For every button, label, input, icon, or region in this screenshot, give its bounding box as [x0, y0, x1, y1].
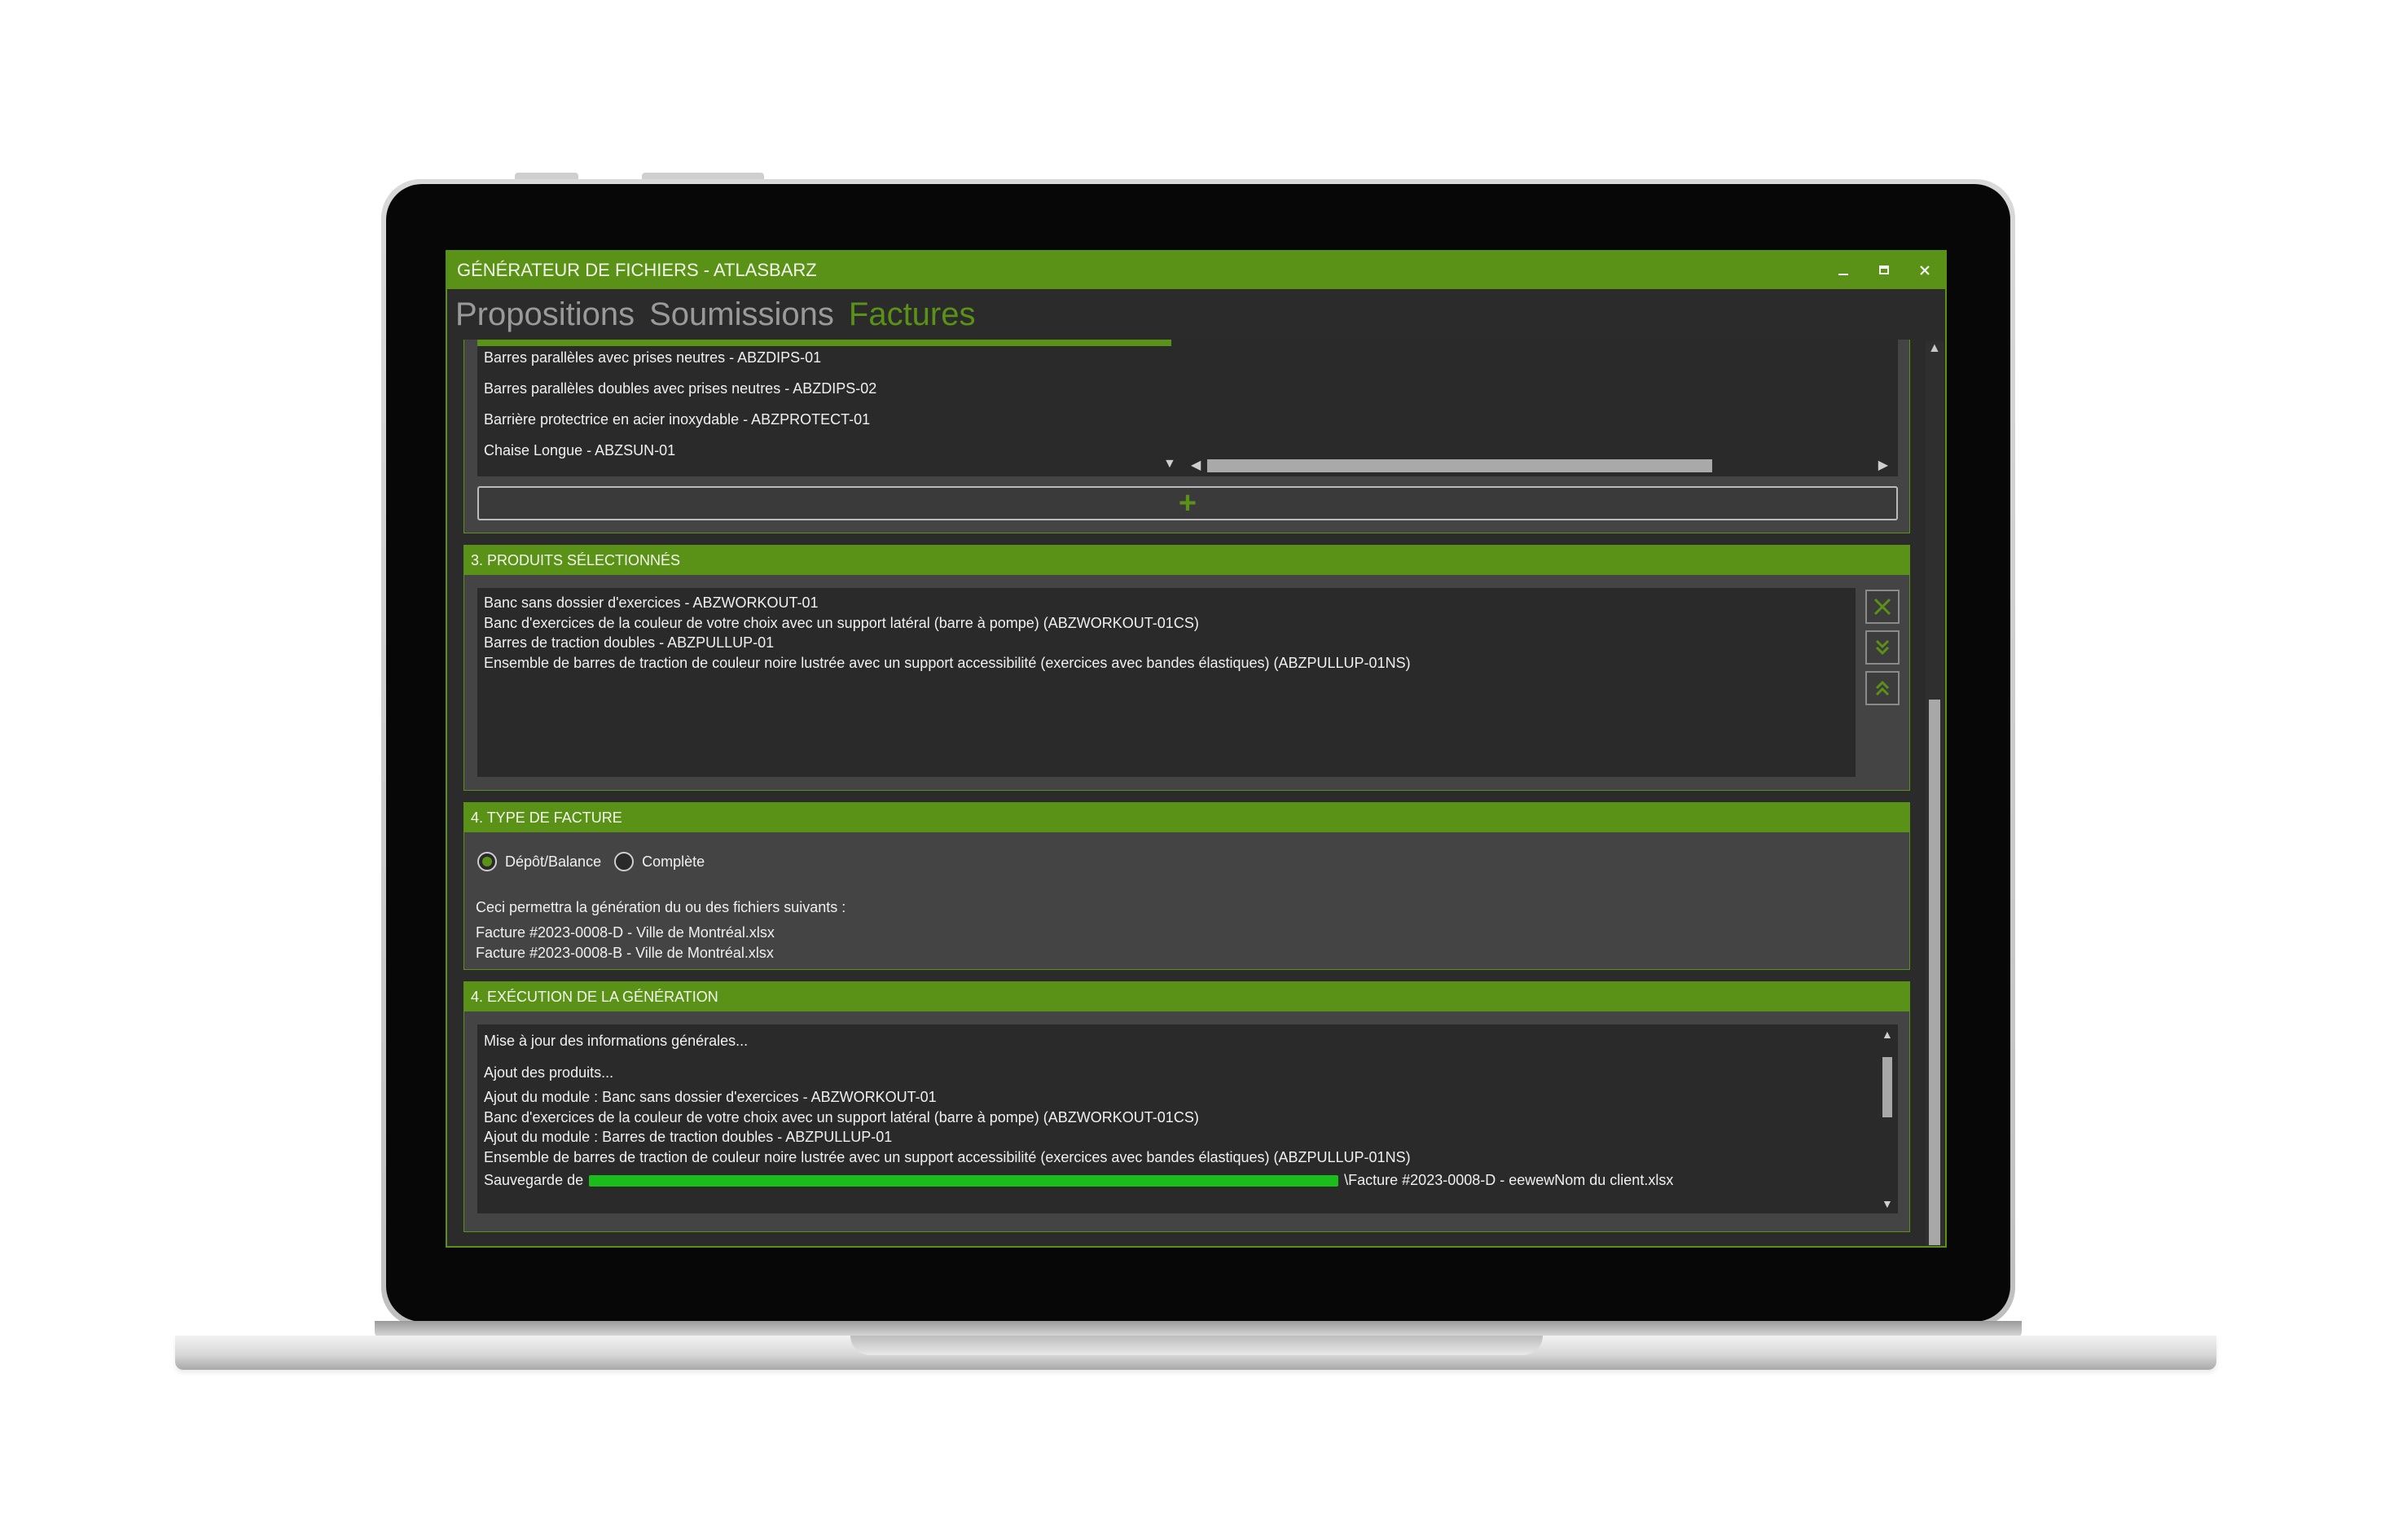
redacted-path [589, 1175, 1339, 1187]
move-down-button[interactable] [1865, 630, 1900, 665]
execution-panel: 4. EXÉCUTION DE LA GÉNÉRATION Mise à jou… [463, 981, 1910, 1232]
maximize-icon [1879, 265, 1889, 274]
remove-product-button[interactable] [1865, 590, 1900, 624]
minimize-icon [1838, 274, 1848, 275]
invoice-type-panel: 4. TYPE DE FACTURE Dépôt/Balance Complèt… [463, 802, 1910, 970]
files-info: Ceci permettra la génération du ou des f… [476, 897, 846, 963]
list-item[interactable]: Banc d'exercices de la couleur de votre … [484, 613, 1849, 634]
product-list[interactable]: Barres parallèles avec prises neutres - … [477, 340, 1898, 476]
log-line: Banc d'exercices de la couleur de votre … [484, 1108, 1199, 1125]
horizontal-scrollbar[interactable]: ◀ ▶ [1186, 457, 1888, 475]
maximize-button[interactable] [1864, 252, 1904, 289]
scroll-up-icon[interactable]: ▲ [1882, 1028, 1893, 1041]
scroll-content: Barres parallèles avec prises neutres - … [447, 340, 1926, 1246]
app-window: GÉNÉRATEUR DE FICHIERS - ATLASBARZ Propo… [446, 250, 1947, 1248]
log-line: Ajout du module : Banc sans dossier d'ex… [484, 1089, 937, 1105]
list-highlight [477, 340, 1171, 346]
panel-header: 4. TYPE DE FACTURE [464, 803, 1909, 832]
move-up-button[interactable] [1865, 671, 1900, 705]
laptop-notch [850, 1336, 1543, 1355]
scene: GÉNÉRATEUR DE FICHIERS - ATLASBARZ Propo… [0, 0, 2385, 1540]
list-item[interactable]: Barres de traction doubles - ABZPULLUP-0… [484, 633, 1849, 653]
lid-bump [515, 173, 578, 179]
selected-products-list[interactable]: Banc sans dossier d'exercices - ABZWORKO… [477, 588, 1856, 777]
tab-factures[interactable]: Factures [849, 296, 976, 333]
execution-log[interactable]: Mise à jour des informations générales..… [477, 1024, 1898, 1213]
save-suffix: \Facture #2023-0008-D - eewewNom du clie… [1344, 1172, 1674, 1188]
list-item[interactable]: Ensemble de barres de traction de couleu… [484, 653, 1849, 673]
radio-complete[interactable] [614, 852, 635, 871]
radio-depot-balance[interactable] [477, 852, 497, 871]
dropdown-arrow-icon[interactable]: ▼ [1163, 457, 1176, 472]
file-name: Facture #2023-0008-D - Ville de Montréal… [476, 924, 775, 941]
selected-products-panel: 3. PRODUITS SÉLECTIONNÉS Banc sans dossi… [463, 545, 1910, 791]
log-scrollbar[interactable]: ▲ ▼ [1880, 1028, 1895, 1210]
log-line: Ensemble de barres de traction de couleu… [484, 1148, 1411, 1165]
log-line-save: Sauvegarde de \Facture #2023-0008-D - ee… [484, 1170, 1891, 1191]
main-scrollbar[interactable]: ▲ [1926, 341, 1944, 1246]
radio-label: Complète [642, 853, 705, 870]
window-title: GÉNÉRATEUR DE FICHIERS - ATLASBARZ [457, 260, 817, 280]
list-item[interactable]: Chaise Longue - ABZSUN-01 [484, 442, 675, 459]
title-bar: GÉNÉRATEUR DE FICHIERS - ATLASBARZ [447, 252, 1945, 289]
list-item[interactable]: Barres parallèles avec prises neutres - … [484, 349, 821, 366]
plus-icon: + [1178, 485, 1197, 520]
lid-bump [642, 173, 764, 179]
panel-header: 3. PRODUITS SÉLECTIONNÉS [464, 546, 1909, 575]
tab-propositions[interactable]: Propositions [455, 296, 635, 333]
list-item[interactable]: Banc sans dossier d'exercices - ABZWORKO… [484, 593, 1849, 613]
remove-icon [1873, 598, 1891, 616]
scroll-thumb[interactable] [1929, 700, 1940, 1245]
scroll-down-icon[interactable]: ▼ [1882, 1197, 1893, 1210]
scroll-thumb[interactable] [1882, 1057, 1892, 1117]
log-line: Mise à jour des informations générales..… [484, 1033, 749, 1049]
log-line: Ajout du module : Barres de traction dou… [484, 1129, 893, 1145]
move-up-icon [1875, 680, 1890, 696]
scroll-up-icon[interactable]: ▲ [1928, 341, 1941, 356]
minimize-button[interactable] [1823, 252, 1864, 289]
list-item[interactable]: Barres parallèles doubles avec prises ne… [484, 380, 876, 397]
scroll-left-icon[interactable]: ◀ [1191, 457, 1201, 473]
list-item[interactable]: Barrière protectrice en acier inoxydable… [484, 411, 870, 428]
panel-header: 4. EXÉCUTION DE LA GÉNÉRATION [464, 982, 1909, 1011]
move-down-icon [1875, 639, 1890, 656]
add-product-button[interactable]: + [477, 486, 1898, 520]
product-catalog-panel: Barres parallèles avec prises neutres - … [463, 340, 1910, 533]
radio-label: Dépôt/Balance [505, 853, 602, 870]
close-icon [1920, 265, 1930, 275]
info-label: Ceci permettra la génération du ou des f… [476, 899, 846, 915]
close-button[interactable] [1904, 252, 1945, 289]
save-prefix: Sauvegarde de [484, 1172, 584, 1188]
laptop-hinge [375, 1321, 2022, 1337]
log-line: Ajout des produits... [484, 1064, 614, 1081]
scroll-right-icon[interactable]: ▶ [1878, 457, 1888, 473]
file-name: Facture #2023-0008-B - Ville de Montréal… [476, 945, 774, 961]
tab-soumissions[interactable]: Soumissions [649, 296, 834, 333]
tab-bar: Propositions Soumissions Factures [447, 289, 1945, 340]
scroll-thumb[interactable] [1207, 459, 1712, 472]
invoice-type-options: Dépôt/Balance Complète [477, 852, 705, 871]
